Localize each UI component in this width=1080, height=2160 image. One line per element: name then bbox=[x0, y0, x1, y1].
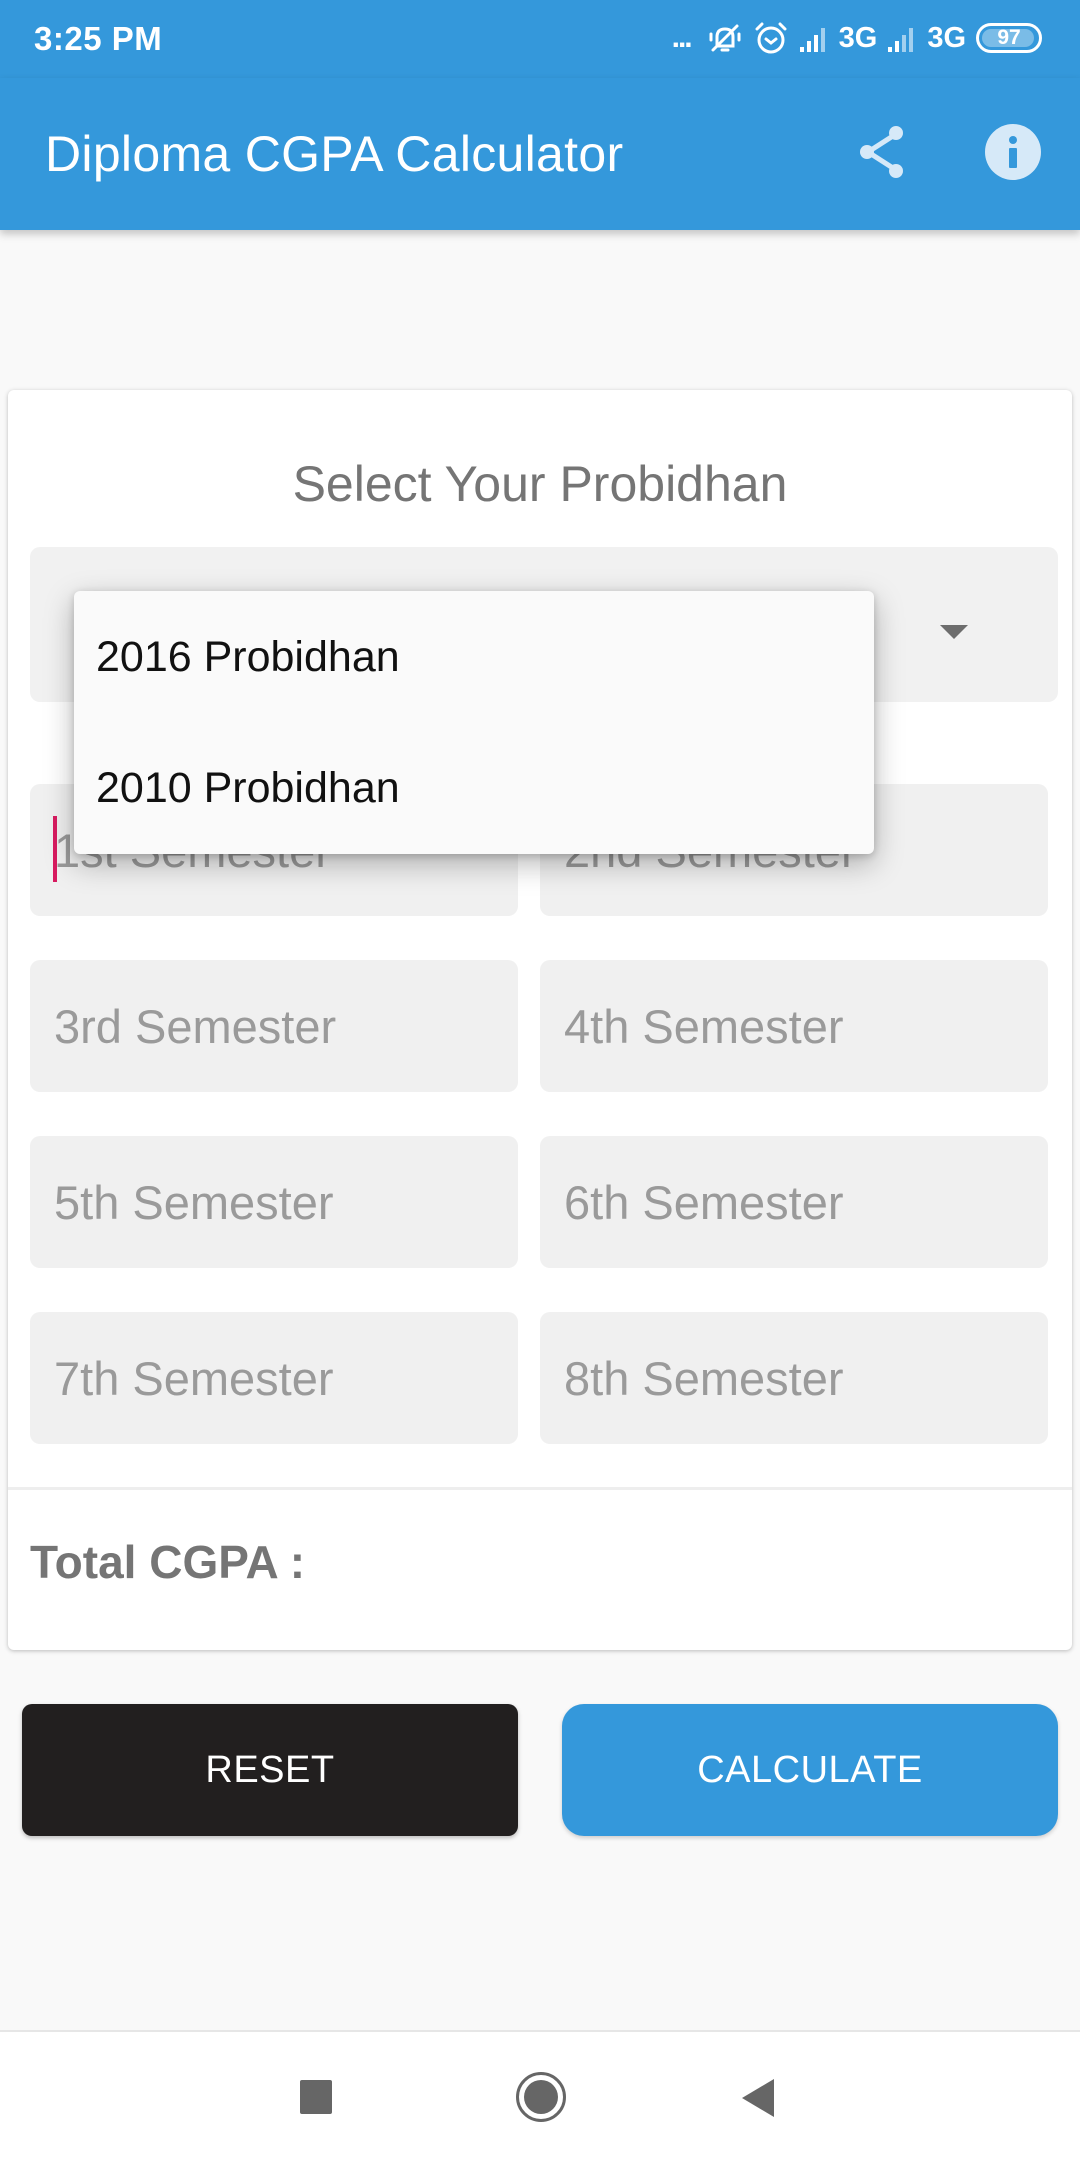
home-icon-inner bbox=[524, 2080, 558, 2114]
network-type-2: 3G bbox=[927, 21, 966, 54]
recents-icon[interactable] bbox=[300, 2080, 332, 2114]
share-button[interactable] bbox=[850, 120, 914, 184]
app-bar: Diploma CGPA Calculator bbox=[0, 78, 1080, 230]
dropdown-option-2010[interactable]: 2010 Probidhan bbox=[74, 722, 874, 854]
notification-overflow-icon: ... bbox=[671, 21, 693, 54]
semester-6-input[interactable]: 6th Semester bbox=[540, 1136, 1048, 1268]
text-cursor bbox=[53, 816, 57, 882]
status-bar: 3:25 PM ... 3G 3G 97 bbox=[0, 0, 1080, 78]
total-cgpa-label: Total CGPA : bbox=[30, 1536, 306, 1588]
semester-3-input[interactable]: 3rd Semester bbox=[30, 960, 518, 1092]
share-icon bbox=[860, 126, 903, 178]
semester-7-placeholder: 7th Semester bbox=[54, 1351, 334, 1405]
semester-4-placeholder: 4th Semester bbox=[564, 999, 844, 1053]
calculator-card: Select Your Probidhan 1st Semester 2nd S… bbox=[8, 390, 1072, 1650]
dropdown-option-2016[interactable]: 2016 Probidhan bbox=[74, 591, 874, 723]
info-button[interactable] bbox=[985, 124, 1041, 180]
semester-7-input[interactable]: 7th Semester bbox=[30, 1312, 518, 1444]
bell-muted-icon bbox=[707, 20, 743, 56]
reset-button[interactable]: RESET bbox=[22, 1704, 518, 1836]
status-icons: ... 3G 3G 97 bbox=[672, 18, 1042, 58]
info-icon bbox=[1009, 136, 1017, 168]
semester-4-input[interactable]: 4th Semester bbox=[540, 960, 1048, 1092]
network-type-1: 3G bbox=[838, 21, 878, 54]
status-time: 3:25 PM bbox=[34, 20, 163, 57]
semester-6-placeholder: 6th Semester bbox=[564, 1175, 844, 1229]
signal-icon bbox=[887, 23, 917, 53]
probidhan-dropdown-menu: 2016 Probidhan 2010 Probidhan bbox=[74, 591, 874, 854]
home-icon[interactable] bbox=[516, 2072, 566, 2122]
divider bbox=[8, 1487, 1072, 1490]
alarm-icon bbox=[753, 20, 789, 56]
probidhan-heading: Select Your Probidhan bbox=[292, 456, 788, 512]
dropdown-arrow-icon bbox=[940, 625, 968, 639]
app-title: Diploma CGPA Calculator bbox=[45, 126, 624, 182]
semester-3-placeholder: 3rd Semester bbox=[54, 999, 337, 1053]
semester-5-input[interactable]: 5th Semester bbox=[30, 1136, 518, 1268]
battery-level: 97 bbox=[997, 26, 1021, 49]
semester-8-placeholder: 8th Semester bbox=[564, 1351, 844, 1405]
calculate-button[interactable]: CALCULATE bbox=[562, 1704, 1058, 1836]
semester-5-placeholder: 5th Semester bbox=[54, 1175, 334, 1229]
semester-8-input[interactable]: 8th Semester bbox=[540, 1312, 1048, 1444]
back-icon[interactable] bbox=[742, 2079, 774, 2117]
system-nav-bar bbox=[0, 2030, 1080, 2160]
signal-icon bbox=[799, 23, 829, 53]
battery-icon: 97 bbox=[976, 23, 1042, 53]
